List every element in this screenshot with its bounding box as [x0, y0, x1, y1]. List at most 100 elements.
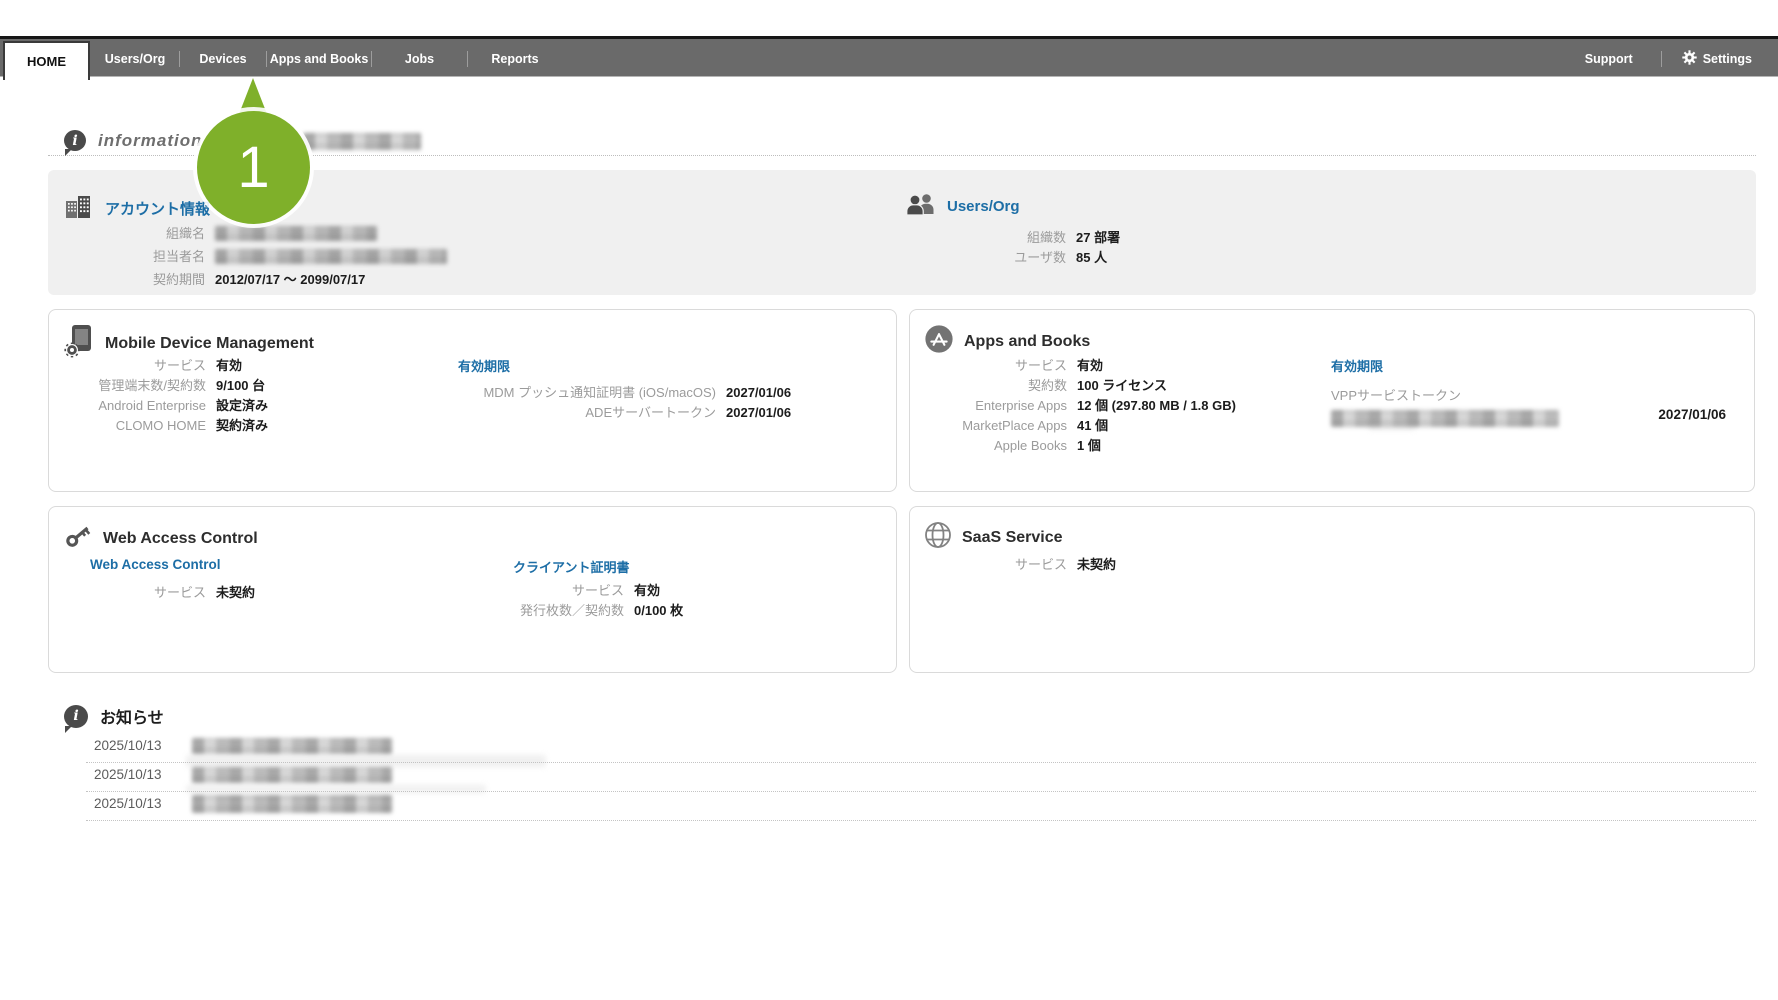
saas-service-label: サービス	[910, 557, 1067, 572]
mdm-service-label: サービス	[49, 358, 206, 373]
mdm-expiry-fields: MDM プッシュ通知証明書 (iOS/macOS) 2027/01/06 ADE…	[458, 385, 791, 420]
apps-marketplace-value: 41 個	[1077, 418, 1236, 433]
redaction-halo	[1369, 422, 1415, 430]
tab-reports[interactable]: Reports	[468, 52, 562, 66]
tab-home-label: HOME	[27, 54, 66, 69]
wac-service-value: 未契約	[216, 585, 255, 600]
notices-header: i お知らせ	[64, 704, 164, 728]
step-marker-number: 1	[237, 134, 269, 201]
gear-icon	[1682, 50, 1697, 68]
account-info-header: アカウント情報	[64, 192, 210, 225]
saas-service-card: SaaS Service サービス 未契約	[909, 506, 1755, 673]
key-icon	[63, 521, 93, 556]
users-icon	[904, 192, 936, 221]
apps-enterprise-label: Enterprise Apps	[910, 398, 1067, 413]
apps-service-value: 有効	[1077, 358, 1236, 373]
step-marker-pointer	[239, 78, 267, 114]
buildings-icon	[64, 192, 94, 225]
users-org-fields: 組織数 27 部署 ユーザ数 85 人	[909, 230, 1120, 265]
wac-card-header: Web Access Control	[63, 521, 258, 556]
apps-books-count-value: 1 個	[1077, 438, 1236, 453]
mdm-ade-token-date: 2027/01/06	[726, 405, 791, 420]
redacted-notice-text	[192, 738, 392, 754]
apps-books-card-header: Apps and Books	[924, 324, 1090, 359]
nav-right-group: Support Settings	[1557, 41, 1752, 77]
settings-link[interactable]: Settings	[1662, 50, 1752, 68]
account-info-title[interactable]: アカウント情報	[105, 198, 210, 219]
notice-date: 2025/10/13	[94, 767, 162, 782]
redacted-notice-text	[192, 795, 392, 813]
mdm-android-value: 設定済み	[216, 398, 268, 413]
account-info-fields: 組織名 担当者名 契約期間 2012/07/17 ～ 2099/07/17	[48, 226, 447, 287]
mdm-push-cert-date: 2027/01/06	[726, 385, 791, 400]
mdm-fields: サービス 有効 管理端末数/契約数 9/100 台 Android Enterp…	[49, 358, 268, 433]
mdm-expiry-link[interactable]: 有効期限	[458, 356, 791, 375]
contract-period-label: 契約期間	[48, 272, 205, 287]
apps-marketplace-label: MarketPlace Apps	[910, 418, 1067, 433]
mdm-card: Mobile Device Management サービス 有効 管理端末数/契…	[48, 309, 897, 492]
support-link[interactable]: Support	[1557, 52, 1661, 66]
contract-period-value: 2012/07/17 ～ 2099/07/17	[215, 272, 447, 287]
redacted-notice-text	[192, 767, 392, 783]
user-count-value: 85 人	[1076, 250, 1120, 265]
notice-list-item[interactable]: 2025/10/13	[86, 792, 1756, 821]
cert-service-value: 有効	[634, 583, 683, 598]
settings-label: Settings	[1703, 52, 1752, 66]
user-count-label: ユーザ数	[909, 250, 1066, 265]
client-cert-link[interactable]: クライアント証明書	[513, 557, 629, 576]
users-org-header: Users/Org	[904, 192, 1020, 221]
information-header: i information	[64, 130, 203, 151]
wac-card-title: Web Access Control	[103, 530, 258, 548]
tab-jobs[interactable]: Jobs	[372, 52, 467, 66]
users-org-title[interactable]: Users/Org	[947, 198, 1020, 215]
mdm-expiry-group: 有効期限 MDM プッシュ通知証明書 (iOS/macOS) 2027/01/0…	[458, 356, 791, 420]
tab-apps-and-books[interactable]: Apps and Books	[267, 52, 371, 66]
apps-expiry-link[interactable]: 有効期限	[1331, 356, 1559, 375]
cert-issued-value: 0/100 枚	[634, 603, 683, 618]
tab-users-org[interactable]: Users/Org	[91, 52, 179, 66]
apps-licenses-label: 契約数	[910, 378, 1067, 393]
notice-date: 2025/10/13	[94, 796, 162, 811]
vpp-token-label: VPPサービストークン	[1331, 385, 1559, 404]
wac-fields: サービス 未契約	[49, 585, 255, 600]
apps-expiry-group: 有効期限 VPPサービストークン	[1331, 356, 1559, 432]
mdm-ade-token-label: ADEサーバートークン	[458, 405, 716, 420]
mdm-android-label: Android Enterprise	[49, 398, 206, 413]
mdm-devices-value: 9/100 台	[216, 378, 268, 393]
apps-books-card: Apps and Books サービス 有効 契約数 100 ライセンス Ent…	[909, 309, 1755, 492]
web-access-control-card: Web Access Control Web Access Control サー…	[48, 506, 897, 673]
notices-list: 2025/10/13 2025/10/13 2025/10/13	[86, 734, 1756, 821]
mdm-service-value: 有効	[216, 358, 268, 373]
apps-service-label: サービス	[910, 358, 1067, 373]
org-name-label: 組織名	[48, 226, 205, 244]
tab-home[interactable]: HOME	[3, 41, 90, 80]
redacted-contact-name	[215, 249, 447, 264]
saas-fields: サービス 未契約	[910, 557, 1116, 572]
info-bubble-icon: i	[64, 705, 88, 728]
step-marker-1: 1	[197, 111, 310, 224]
notice-date: 2025/10/13	[94, 738, 162, 753]
information-title: information	[98, 131, 203, 151]
contact-name-label: 担当者名	[48, 249, 205, 267]
saas-card-title: SaaS Service	[962, 529, 1063, 547]
redacted-org-name	[215, 226, 377, 241]
mdm-card-title: Mobile Device Management	[105, 335, 314, 353]
notice-list-item[interactable]: 2025/10/13	[86, 734, 1756, 763]
saas-card-header: SaaS Service	[924, 521, 1063, 554]
tab-devices[interactable]: Devices	[180, 52, 266, 66]
apps-books-count-label: Apple Books	[910, 438, 1067, 453]
apps-licenses-value: 100 ライセンス	[1077, 378, 1236, 393]
apps-books-card-title: Apps and Books	[964, 333, 1090, 351]
mdm-devices-label: 管理端末数/契約数	[49, 378, 206, 393]
nav-tabs: Users/Org Devices Apps and Books Jobs Re…	[91, 41, 562, 77]
redacted-vpp-token	[1331, 410, 1559, 427]
vpp-expiry-date: 2027/01/06	[1658, 407, 1726, 422]
wac-link[interactable]: Web Access Control	[90, 557, 221, 572]
app-store-icon	[924, 324, 954, 359]
notices-title: お知らせ	[100, 704, 164, 728]
mdm-clomo-home-value: 契約済み	[216, 418, 268, 433]
wac-service-label: サービス	[49, 585, 206, 600]
org-name-value	[215, 226, 447, 244]
notice-list-item[interactable]: 2025/10/13	[86, 763, 1756, 792]
info-bubble-icon: i	[64, 130, 86, 151]
